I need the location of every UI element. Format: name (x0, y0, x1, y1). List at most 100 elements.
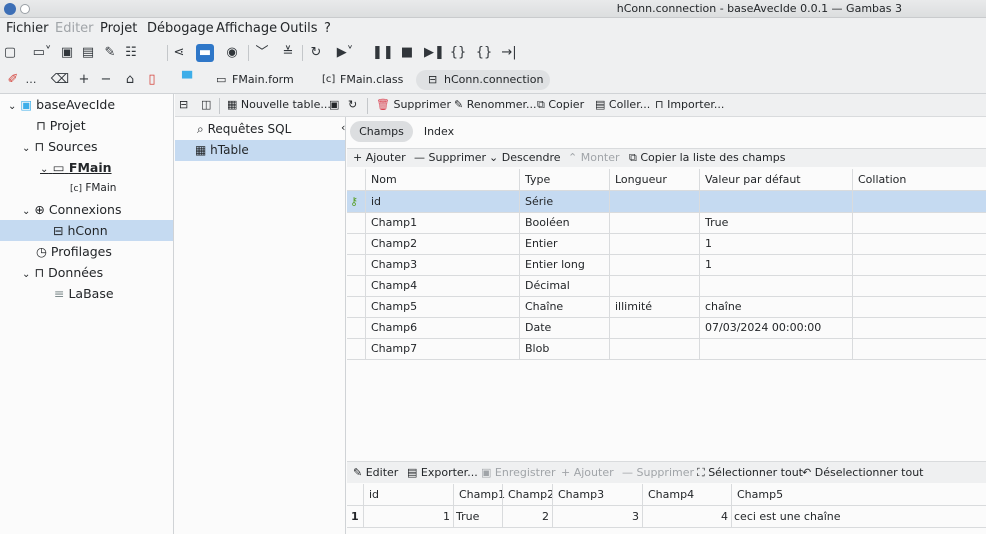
document-icon[interactable]: ▯ (144, 71, 160, 89)
add-row-button[interactable]: + Ajouter (561, 464, 614, 482)
table-cell[interactable]: 1 (705, 254, 849, 275)
column-header[interactable]: Champ4 (648, 484, 737, 505)
column-header[interactable]: Champ3 (558, 484, 648, 505)
table-cell[interactable]: 2 (505, 506, 549, 527)
save-button[interactable]: ▣ Enregistrer (481, 464, 556, 482)
column-header[interactable]: Nom (371, 169, 521, 190)
table-cell[interactable]: True (705, 212, 849, 233)
save-as-icon[interactable]: ▤ (79, 44, 97, 62)
settings-icon[interactable]: ☷ (122, 44, 140, 62)
add-icon[interactable]: + (77, 71, 91, 89)
table-cell[interactable]: 07/03/2024 00:00:00 (705, 317, 849, 338)
tab-champs[interactable]: Champs (350, 121, 413, 142)
delete-button[interactable]: 🗑 Supprimer (376, 96, 451, 114)
table-cell[interactable]: Champ3 (371, 254, 515, 275)
remove-icon[interactable]: − (99, 71, 113, 89)
column-header[interactable]: Collation (858, 169, 986, 190)
column-header[interactable]: Valeur par défaut (705, 169, 855, 190)
menu-debogage[interactable]: Débogage (147, 21, 214, 36)
more-icon[interactable]: … (24, 71, 38, 89)
step-into-icon[interactable]: {} (449, 44, 467, 62)
new-file-icon[interactable]: ▢ (2, 44, 18, 62)
table-cell[interactable]: Booléen (525, 212, 605, 233)
tab-hconn-connection[interactable]: ⊟ hConn.connection (416, 70, 550, 90)
chevron-down-icon[interactable]: ⌄ (40, 164, 48, 175)
chevron-down-icon[interactable]: ﹀ (253, 44, 271, 62)
share-icon[interactable]: ⋖ (170, 44, 188, 62)
table-cell[interactable]: chaîne (705, 296, 849, 317)
step-icon[interactable]: ▶❚ (424, 44, 445, 62)
folder-icon[interactable]: ▀ (178, 71, 196, 89)
copy-fields-button[interactable]: ⧉ Copier la liste des champs (629, 149, 785, 167)
edit-button[interactable]: ✎ Editer (353, 464, 398, 482)
tree-item-projet[interactable]: ⊓ Projet (36, 115, 86, 136)
tab-index[interactable]: Index (417, 121, 461, 142)
stop-icon[interactable]: ■ (398, 44, 416, 62)
clear-icon[interactable]: ⌫ (50, 71, 70, 89)
table-cell[interactable]: Blob (525, 338, 605, 359)
tree-item-sources[interactable]: ⌄ ⊓ Sources (22, 136, 98, 157)
form-icon[interactable]: ▬ (196, 44, 214, 62)
table-cell[interactable]: Champ4 (371, 275, 515, 296)
save-icon[interactable]: ▣ (329, 96, 339, 114)
database-icon[interactable]: ⊟ (179, 96, 188, 114)
chevron-down-icon[interactable]: ⌄ (22, 269, 30, 280)
delete-field-button[interactable]: — Supprimer (414, 149, 486, 167)
tree-item-donnees[interactable]: ⌄ ⊓ Données (22, 262, 103, 283)
table-cell[interactable]: True (456, 506, 499, 527)
table-cell[interactable]: Série (525, 191, 605, 212)
tree-item-hconn[interactable]: ⊟ hConn (0, 220, 173, 241)
unselect-all-button[interactable]: ↶ Déselectionner tout (802, 464, 923, 482)
list-item-htable[interactable]: ▦ hTable (175, 140, 345, 161)
step-out-icon[interactable]: →| (500, 44, 518, 62)
clock-icon[interactable]: ◉ (223, 44, 241, 62)
paste-button[interactable]: ▤ Coller... (595, 96, 650, 114)
tab-fmain-class[interactable]: [c] FMain.class (306, 70, 412, 90)
table-cell[interactable]: Date (525, 317, 605, 338)
collapse-arrow-icon[interactable]: ‹ (341, 121, 345, 134)
save-icon[interactable]: ▣ (58, 44, 76, 62)
select-all-button[interactable]: ⛶ Sélectionner tout (697, 464, 803, 482)
home-icon[interactable]: ⌂ (121, 71, 139, 89)
table-cell[interactable]: ceci est une chaîne (734, 506, 928, 527)
column-header[interactable]: id (369, 484, 459, 505)
table-cell[interactable]: Chaîne (525, 296, 605, 317)
add-field-button[interactable]: + Ajouter (353, 149, 406, 167)
menu-fichier[interactable]: Fichier (6, 21, 49, 36)
list-item-requetes[interactable]: ⌕ Requêtes SQL (197, 119, 291, 140)
tree-item-fmain[interactable]: ⌄ ▭ FMain (40, 157, 112, 178)
column-header[interactable]: Champ1 (459, 484, 508, 505)
tree-item-profilages[interactable]: ◷ Profilages (36, 241, 112, 262)
table-cell[interactable]: Entier (525, 233, 605, 254)
import-button[interactable]: ⊓ Importer... (655, 96, 724, 114)
refresh-icon[interactable]: ↻ (348, 96, 357, 114)
open-project-icon[interactable]: ▭˅ (30, 44, 54, 62)
copy-button[interactable]: ⧉ Copier (537, 96, 584, 114)
column-header[interactable]: Longueur (615, 169, 701, 190)
table-cell[interactable]: 4 (645, 506, 728, 527)
chevron-down-icon[interactable]: ⌄ (22, 206, 30, 217)
table-cell[interactable]: Décimal (525, 275, 605, 296)
step-over-icon[interactable]: {} (475, 44, 493, 62)
move-down-button[interactable]: ⌄ Descendre (489, 149, 561, 167)
row-number[interactable]: 1 (351, 506, 359, 527)
menu-projet[interactable]: Projet (100, 21, 137, 36)
gambas-icon[interactable]: ✐ (2, 71, 24, 89)
menu-outils[interactable]: Outils (280, 21, 318, 36)
tree-item-fmain-class[interactable]: [c] FMain (70, 178, 116, 199)
new-table-button[interactable]: ▦ Nouvelle table... (227, 96, 331, 114)
menu-affichage[interactable]: Affichage (216, 21, 277, 36)
edit-icon[interactable]: ✎ (101, 44, 119, 62)
table-cell[interactable]: id (371, 191, 515, 212)
refresh-icon[interactable]: ↻ (307, 44, 325, 62)
panel-icon[interactable]: ◫ (201, 96, 211, 114)
table-cell[interactable]: 3 (555, 506, 639, 527)
table-cell[interactable]: Entier long (525, 254, 605, 275)
pause-icon[interactable]: ❚❚ (372, 44, 394, 62)
table-cell[interactable]: Champ6 (371, 317, 515, 338)
column-header[interactable]: Type (525, 169, 611, 190)
double-chevron-down-icon[interactable]: ≚ (279, 44, 297, 62)
table-cell[interactable]: 1 (705, 233, 849, 254)
delete-row-button[interactable]: — Supprimer (622, 464, 694, 482)
menu-help[interactable]: ? (324, 21, 331, 36)
